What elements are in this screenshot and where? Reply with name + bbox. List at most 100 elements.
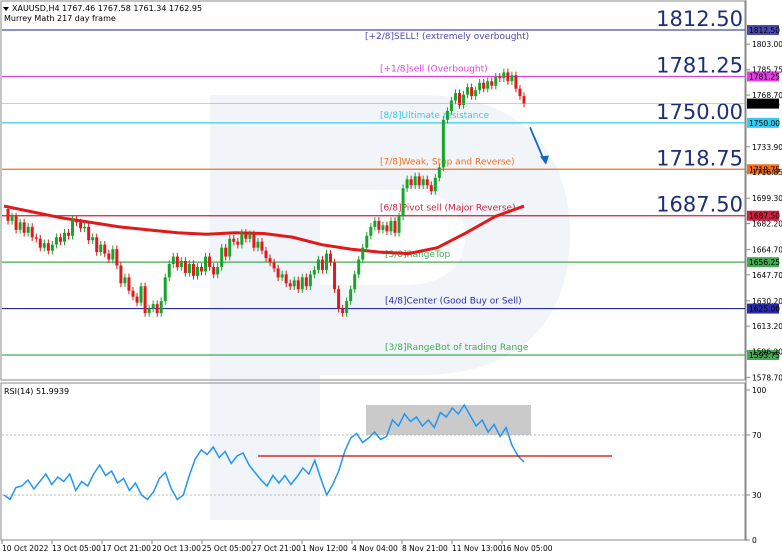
candle-body	[474, 90, 478, 97]
candle-body	[494, 76, 498, 86]
candle-body	[111, 249, 115, 260]
candle-body	[79, 222, 83, 229]
candle-body	[417, 176, 421, 186]
candle-body	[502, 72, 506, 79]
candle-body	[183, 261, 187, 273]
candle-body	[333, 262, 337, 290]
time-axis-tick-label: 13 Oct 05:00	[52, 544, 101, 553]
candle-body	[292, 280, 296, 287]
candle-body	[470, 87, 474, 97]
candle-body	[341, 308, 345, 314]
candle-body	[284, 274, 288, 284]
time-axis-tick-label: 17 Oct 21:00	[102, 544, 151, 553]
murrey-level-label: [3/8]RangeBot of trading Range	[385, 343, 529, 353]
candle-body	[119, 265, 123, 284]
murrey-level-label: [+2/8]SELL! (extremely overbought)	[365, 32, 529, 42]
candle-body	[498, 76, 502, 79]
murrey-level-tag-text: 1812.50	[749, 26, 780, 35]
candle-body	[244, 232, 248, 239]
rsi-overbought-zone	[366, 405, 531, 435]
candle-body	[413, 176, 417, 186]
candle-body	[393, 220, 397, 233]
candle-body	[248, 234, 252, 239]
murrey-level-label: [4/8]Center (Good Buy or Sell)	[385, 297, 522, 307]
time-axis-tick-label: 16 Nov 05:00	[502, 544, 553, 553]
candle-body	[373, 220, 377, 227]
candle-body	[220, 247, 224, 267]
candle-body	[445, 110, 449, 120]
candle-body	[365, 235, 369, 248]
murrey-level-label: [8/8]Ultimate resistance	[380, 111, 489, 121]
candle-body	[95, 237, 99, 253]
candle-body	[272, 262, 276, 269]
rsi-axis-tick-label: 70	[752, 431, 762, 440]
candle-body	[441, 119, 445, 168]
candle-body	[127, 277, 131, 291]
candle-body	[212, 266, 216, 275]
candle-body	[466, 87, 470, 95]
candle-body	[425, 179, 429, 186]
candle-body	[397, 216, 401, 233]
candle-body	[324, 253, 328, 270]
murrey-level-tag-text: 1656.25	[749, 258, 780, 267]
candle-body	[232, 238, 236, 242]
candle-body	[191, 264, 195, 276]
candle-body	[103, 244, 107, 254]
candle-body	[389, 220, 393, 232]
candle-body	[163, 277, 167, 302]
candle-body	[264, 250, 268, 259]
time-axis-tick-label: 10 Oct 2022	[2, 544, 49, 553]
price-axis-tick-label: 1664.70	[752, 246, 782, 255]
candle-body	[228, 238, 232, 257]
murrey-level-label: [+1/8]sell (Overbought)	[380, 64, 488, 74]
time-axis-tick-label: 20 Oct 13:00	[152, 544, 201, 553]
candle-body	[308, 274, 312, 287]
candle-body	[151, 304, 155, 309]
candle-body	[449, 100, 453, 111]
candle-body	[268, 258, 272, 263]
candle-body	[46, 243, 50, 251]
candle-body	[83, 226, 87, 229]
candle-body	[87, 226, 91, 241]
candle-body	[30, 226, 34, 238]
candle-body	[195, 266, 199, 276]
candle-body	[518, 88, 522, 97]
candle-body	[179, 261, 183, 267]
candle-body	[409, 179, 413, 186]
candle-body	[276, 268, 280, 278]
last-price-tag-text: 1762.95	[749, 100, 780, 109]
rsi-label: RSI(14) 51.9939	[4, 387, 69, 396]
candle-body	[381, 225, 385, 230]
candle-body	[337, 289, 341, 309]
price-axis-tick-label: 1733.90	[752, 143, 782, 152]
candle-body	[91, 237, 95, 241]
candle-body	[75, 219, 79, 223]
candle-body	[316, 259, 320, 270]
candle-body	[135, 296, 139, 303]
candle-body	[385, 225, 389, 232]
price-axis-tick-label: 1630.20	[752, 297, 782, 306]
candle-body	[115, 249, 119, 266]
candle-body	[208, 256, 212, 267]
candle-body	[139, 286, 143, 303]
candle-body	[224, 247, 228, 257]
candle-body	[377, 220, 381, 230]
murrey-level-label: [6/8]Pivot sell (Major Reverse)	[380, 204, 516, 214]
candle-body	[429, 185, 433, 192]
triangle-down-icon[interactable]	[3, 7, 9, 11]
candle-body	[155, 304, 159, 314]
candle-body	[288, 283, 292, 287]
price-axis-tick-label: 1803.00	[752, 40, 782, 49]
candle-body	[256, 241, 260, 248]
candle-body	[353, 274, 357, 290]
rsi-axis-tick-label: 30	[752, 491, 762, 500]
price-axis-tick-label: 1578.70	[752, 373, 782, 382]
candle-body	[345, 301, 349, 314]
candle-body	[312, 269, 316, 275]
price-axis-tick-label: 1716.85	[752, 168, 782, 177]
murrey-level-tag-text: 1750.00	[749, 119, 780, 128]
candle-body	[22, 222, 26, 233]
candle-body	[6, 209, 10, 221]
candle-body	[26, 226, 30, 233]
murrey-level-label: [7/8]Weak, Stop and Reverse)	[380, 157, 515, 167]
